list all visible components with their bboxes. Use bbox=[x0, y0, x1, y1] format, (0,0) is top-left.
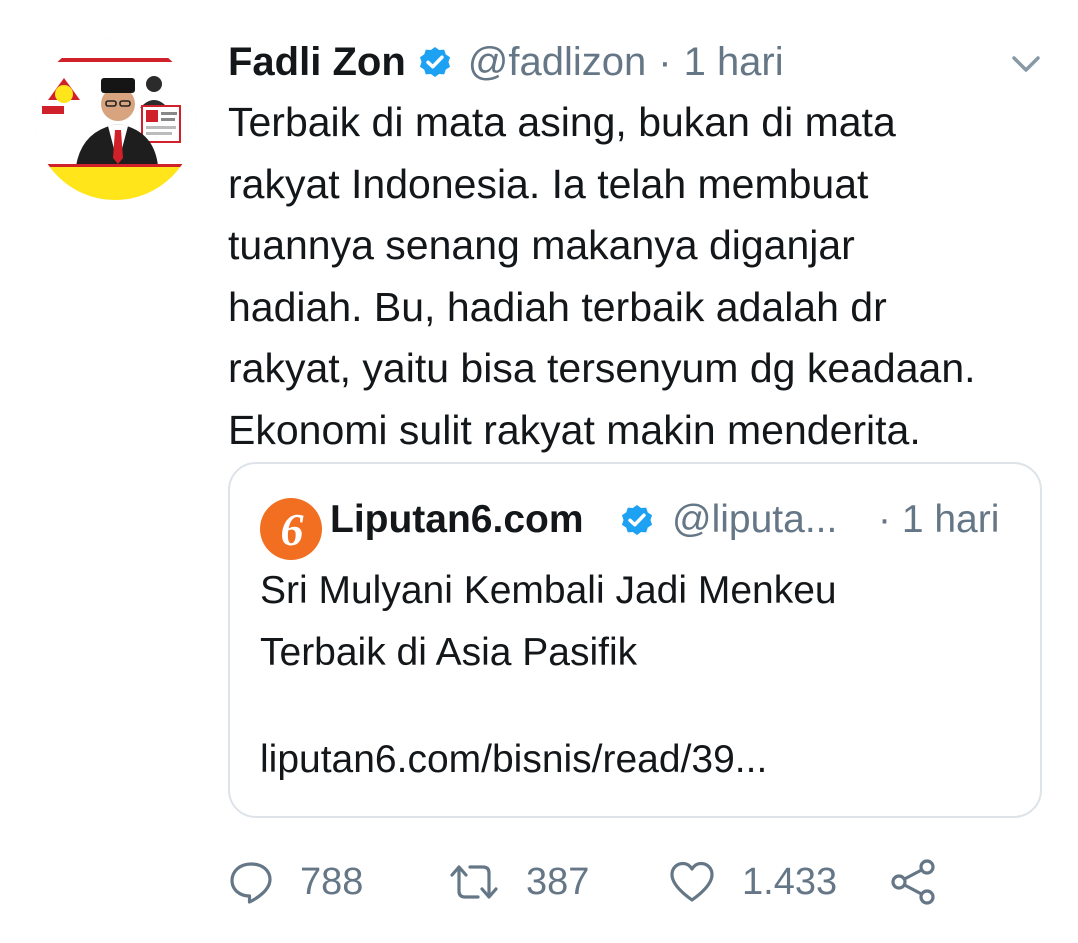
share-icon bbox=[891, 859, 935, 905]
header-separator: · bbox=[658, 40, 672, 84]
tweet-text: Terbaik di mata asing, bukan di mata rak… bbox=[228, 92, 1068, 461]
tweet-text-line: Ekonomi sulit rakyat makin menderita. bbox=[228, 406, 921, 453]
tweet-text-line: tuannya senang makanya diganjar bbox=[228, 222, 855, 268]
verified-badge-icon bbox=[419, 46, 450, 78]
retweet-button[interactable]: 387 bbox=[448, 852, 589, 912]
liputan6-logo-icon: 6 bbox=[260, 498, 322, 560]
share-button[interactable] bbox=[888, 852, 938, 912]
reply-button[interactable]: 788 bbox=[228, 852, 363, 912]
quoted-author-name[interactable]: Liputan6.com bbox=[330, 494, 584, 546]
tweet-text-line: Terbaik di mata asing, bukan di mata bbox=[228, 99, 896, 145]
quoted-tweet-card[interactable]: 6 Liputan6.com @liputa... · 1 hari Sri M… bbox=[228, 462, 1042, 818]
quoted-time: 1 hari bbox=[901, 498, 1000, 541]
tweet-text-line: hadiah. Bu, hadiah terbaik adalah dr bbox=[228, 283, 887, 330]
author-avatar[interactable] bbox=[34, 38, 196, 200]
tweet-text-line: rakyat Indonesia. Ia telah membuat bbox=[228, 160, 869, 207]
tweet-header: Fadli Zon @fadlizon · 1 hari bbox=[228, 36, 784, 88]
verified-badge-icon bbox=[621, 504, 653, 536]
quoted-separator: · bbox=[878, 498, 891, 541]
tweet-text-line: rakyat, yaitu bisa tersenyum dg keadaan. bbox=[228, 345, 976, 391]
reply-count: 788 bbox=[300, 861, 364, 903]
retweet-icon bbox=[450, 865, 498, 899]
quoted-text: Sri Mulyani Kembali Jadi Menkeu Terbaik … bbox=[260, 560, 1020, 684]
retweet-count: 387 bbox=[526, 861, 590, 903]
like-button[interactable]: 1.433 bbox=[668, 852, 837, 912]
quoted-timestamp[interactable]: · 1 hari bbox=[878, 494, 999, 546]
tweet-timestamp[interactable]: 1 hari bbox=[684, 36, 784, 88]
chevron-down-icon[interactable] bbox=[1004, 46, 1048, 82]
like-count: 1.433 bbox=[742, 861, 838, 903]
avatar-image bbox=[34, 38, 196, 200]
author-name[interactable]: Fadli Zon bbox=[228, 36, 406, 88]
quoted-text-line: Terbaik di Asia Pasifik bbox=[260, 631, 638, 674]
heart-icon bbox=[670, 861, 714, 902]
tweet[interactable]: Fadli Zon @fadlizon · 1 hari Terbaik di … bbox=[0, 0, 1078, 943]
quoted-text-line: Sri Mulyani Kembali Jadi Menkeu bbox=[260, 569, 837, 612]
tweet-actions-bar: 788 387 1.433 bbox=[228, 852, 968, 912]
quoted-author-handle[interactable]: @liputa... bbox=[672, 494, 837, 546]
quoted-link[interactable]: liputan6.com/bisnis/read/39... bbox=[260, 734, 767, 786]
author-handle[interactable]: @fadlizon bbox=[468, 36, 646, 88]
logo-glyph: 6 bbox=[281, 504, 304, 555]
reply-icon bbox=[230, 862, 272, 904]
